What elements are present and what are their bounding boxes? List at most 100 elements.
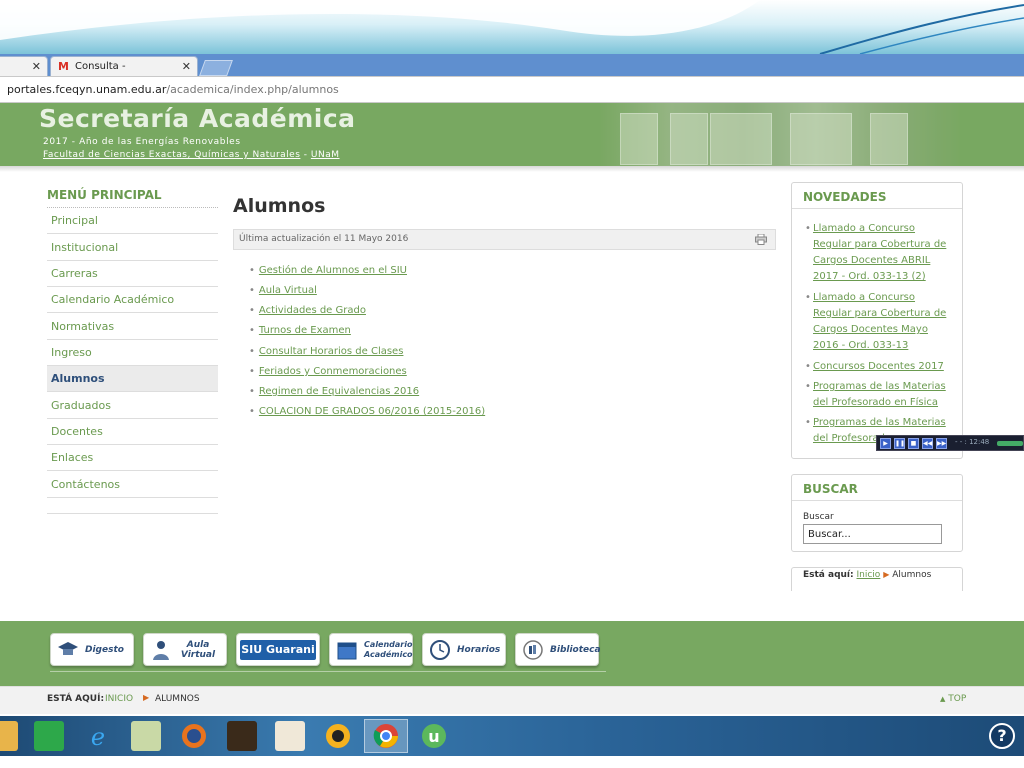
photo-app-icon[interactable] — [227, 721, 257, 751]
new-tab-button[interactable] — [199, 60, 233, 76]
list-item[interactable]: • Gestión de Alumnos en el SIU — [249, 265, 407, 276]
link-aula-virtual[interactable]: Aula Virtual — [259, 285, 317, 296]
menu-item-alumnos[interactable]: Alumnos — [47, 366, 218, 392]
article-info-bar: Última actualización el 11 Mayo 2016 — [233, 229, 776, 250]
close-tab-icon[interactable]: ✕ — [182, 57, 191, 77]
list-item[interactable]: • Turnos de Examen — [249, 325, 351, 336]
browser-tab[interactable]: ✕ — [0, 56, 48, 76]
media-app-icon[interactable] — [275, 721, 305, 751]
fast-forward-icon[interactable]: ▶▶ — [936, 438, 947, 449]
menu-item-carreras[interactable]: Carreras — [47, 261, 218, 287]
list-item[interactable]: • Llamado a Concurso Regular para Cobertu… — [805, 290, 948, 354]
svg-text:e: e — [91, 723, 105, 751]
site-faculty-line: Facultad de Ciencias Exactas, Químicas y… — [43, 150, 340, 160]
list-item[interactable]: • Consultar Horarios de Clases — [249, 346, 403, 357]
list-item[interactable]: • Actividades de Grado — [249, 305, 366, 316]
rewind-icon[interactable]: ◀◀ — [922, 438, 933, 449]
url-text[interactable]: portales.fceqyn.unam.edu.ar/academica/in… — [7, 83, 339, 96]
footer-breadcrumb-current: ALUMNOS — [155, 694, 200, 704]
link-colacion-grados[interactable]: COLACION DE GRADOS 06/2016 (2015-2016) — [259, 406, 485, 417]
footer-button-aula-virtual[interactable]: Aula Virtual — [143, 633, 227, 666]
svg-text:u: u — [428, 727, 439, 746]
divider — [50, 671, 606, 672]
footer-breadcrumb-label: ESTÁ AQUÍ: — [47, 694, 105, 704]
utorrent-icon[interactable]: u — [419, 721, 449, 751]
menu-item-contactenos[interactable]: Contáctenos — [47, 472, 218, 498]
clock-icon — [430, 640, 450, 660]
footer-breadcrumb-home-link[interactable]: INICIO — [105, 694, 133, 704]
back-to-top-link[interactable]: ▲ TOP — [940, 694, 966, 704]
link-gestion-alumnos-siu[interactable]: Gestión de Alumnos en el SIU — [259, 265, 407, 276]
footer-button-digesto[interactable]: Digesto — [50, 633, 134, 666]
link-actividades-grado[interactable]: Actividades de Grado — [259, 305, 366, 316]
search-label: Buscar — [803, 512, 834, 522]
list-item[interactable]: • Concursos Docentes 2017 — [805, 359, 948, 375]
breadcrumb: Está aquí: Inicio ▶ Alumnos — [803, 570, 932, 580]
menu-item-docentes[interactable]: Docentes — [47, 419, 218, 445]
banner-shadow — [0, 166, 1024, 172]
print-icon[interactable] — [755, 234, 767, 245]
browser-tab-gmail[interactable]: M Consulta - icososa@gma ✕ — [50, 56, 198, 92]
footer-button-biblioteca[interactable]: Biblioteca — [515, 633, 601, 666]
menu-item-graduados[interactable]: Graduados — [47, 393, 218, 419]
breadcrumb-home-link[interactable]: Inicio — [857, 570, 881, 580]
browser-tab-strip: ✕ M Consulta - icososa@gma ✕ — [0, 54, 1024, 92]
search-input[interactable] — [803, 524, 942, 544]
chevron-up-icon: ▲ — [940, 695, 946, 703]
media-player-toolbar: ▶ ❚❚ ■ ◀◀ ▶▶ - - : 12:48 — [876, 435, 1024, 451]
headphones-icon[interactable] — [323, 721, 353, 751]
help-icon[interactable]: ? — [989, 723, 1015, 749]
paint-icon[interactable] — [131, 721, 161, 751]
link-feriados[interactable]: Feriados y Conmemoraciones — [259, 366, 407, 377]
footer-breadcrumb-bar — [0, 686, 1024, 714]
menu-item-enlaces[interactable]: Enlaces — [47, 445, 218, 471]
list-item[interactable]: • Feriados y Conmemoraciones — [249, 366, 407, 377]
main-menu-title: MENÚ PRINCIPAL — [47, 188, 162, 202]
firefox-icon[interactable] — [179, 721, 209, 751]
gmail-icon: M — [58, 60, 69, 73]
student-icon — [153, 641, 169, 660]
university-link[interactable]: UNaM — [311, 150, 340, 160]
link-equivalencias[interactable]: Regimen de Equivalencias 2016 — [259, 386, 419, 397]
menu-item-normativas[interactable]: Normativas — [47, 314, 218, 340]
footer-button-siu-guarani[interactable]: SIU Guarani — [236, 633, 320, 666]
site-subtitle: 2017 - Año de las Energías Renovables — [43, 137, 241, 147]
menu-item-calendario[interactable]: Calendario Académico — [47, 287, 218, 313]
window-background-decoration — [0, 0, 1024, 54]
store-icon[interactable] — [34, 721, 64, 751]
list-item[interactable]: • Regimen de Equivalencias 2016 — [249, 386, 419, 397]
last-updated-text: Última actualización el 11 Mayo 2016 — [239, 234, 409, 244]
link-turnos-examen[interactable]: Turnos de Examen — [259, 325, 351, 336]
address-bar[interactable]: portales.fceqyn.unam.edu.ar/academica/in… — [0, 76, 1024, 103]
search-title: BUSCAR — [803, 482, 858, 496]
internet-explorer-icon[interactable]: e — [83, 721, 113, 751]
chrome-icon[interactable] — [371, 721, 401, 751]
library-icon — [523, 640, 543, 660]
page-title: Alumnos — [233, 195, 326, 217]
list-item[interactable]: • Aula Virtual — [249, 285, 317, 296]
play-icon[interactable]: ▶ — [880, 438, 891, 449]
list-item[interactable]: • Programas de las Materias del Profesora… — [805, 379, 948, 411]
divider — [792, 208, 962, 209]
footer-button-horarios[interactable]: Horarios — [422, 633, 506, 666]
site-title: Secretaría Académica — [39, 104, 356, 133]
menu-item-ingreso[interactable]: Ingreso — [47, 340, 218, 366]
menu-item-institucional[interactable]: Institucional — [47, 235, 218, 261]
screen-bottom-edge — [0, 756, 1024, 768]
list-item[interactable]: • COLACION DE GRADOS 06/2016 (2015-2016) — [249, 406, 485, 417]
link-horarios-clases[interactable]: Consultar Horarios de Clases — [259, 346, 404, 357]
file-explorer-icon[interactable] — [0, 721, 18, 751]
divider — [47, 513, 218, 514]
volume-slider[interactable] — [997, 441, 1023, 446]
pause-icon[interactable]: ❚❚ — [894, 438, 905, 449]
list-item[interactable]: • Llamado a Concurso Regular para Cobertu… — [805, 221, 948, 285]
footer-button-calendario[interactable]: Calendario Académico — [329, 633, 413, 666]
media-time: - - : 12:48 — [955, 438, 990, 446]
chevron-right-icon: ▶ — [883, 570, 890, 579]
close-tab-icon[interactable]: ✕ — [32, 57, 41, 77]
stop-icon[interactable]: ■ — [908, 438, 919, 449]
faculty-link[interactable]: Facultad de Ciencias Exactas, Químicas y… — [43, 150, 300, 160]
novedades-box: NOVEDADES • Llamado a Concurso Regular pa… — [791, 182, 963, 459]
calendar-icon — [337, 642, 357, 660]
menu-item-principal[interactable]: Principal — [47, 208, 218, 234]
